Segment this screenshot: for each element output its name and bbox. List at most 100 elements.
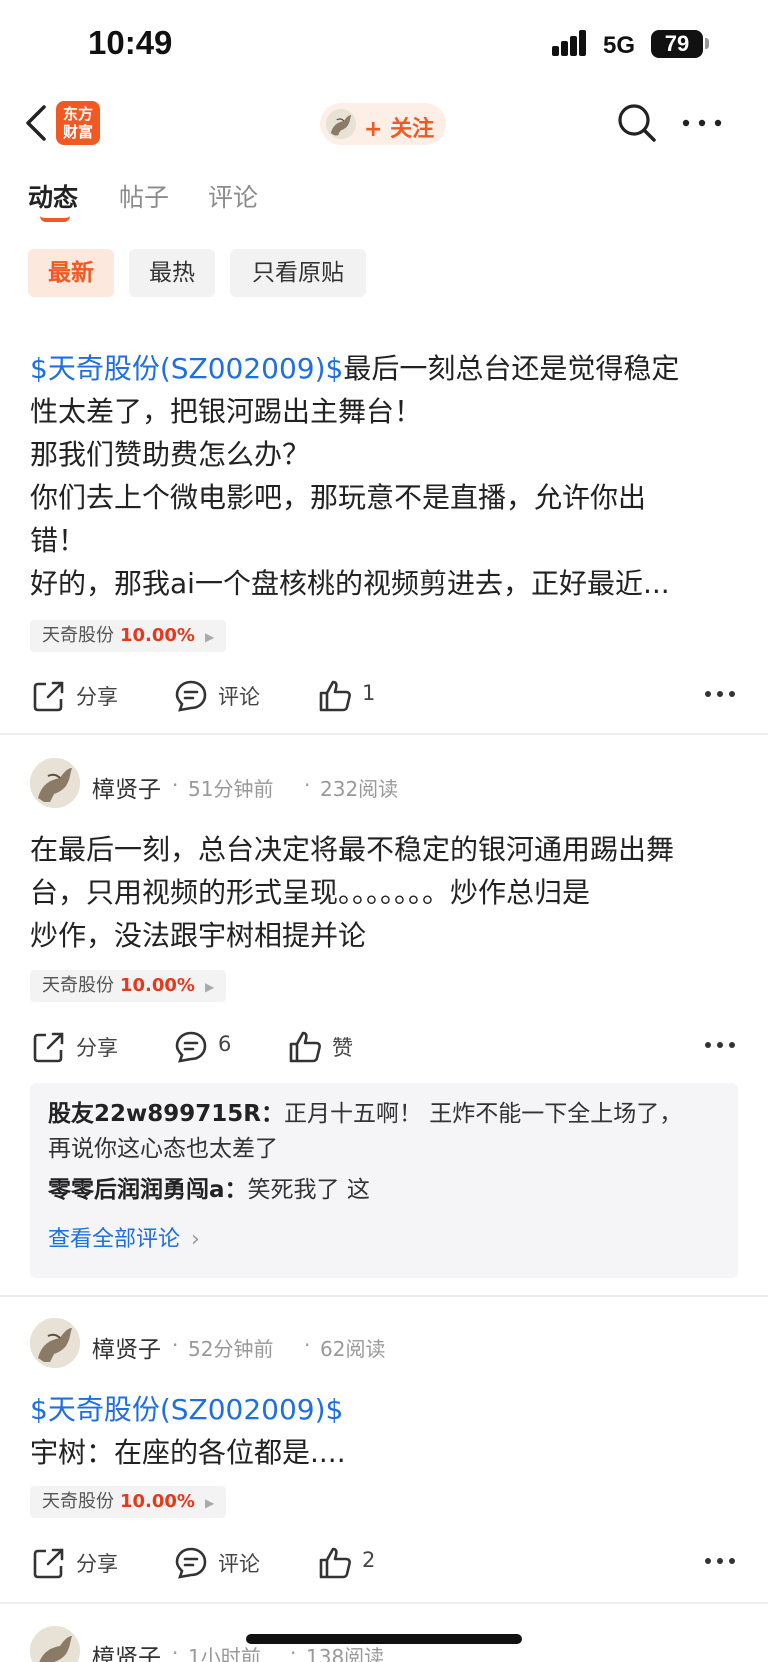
tab-posts[interactable]: 帖子 bbox=[119, 178, 169, 214]
active-tab-indicator bbox=[40, 216, 70, 222]
avatar bbox=[326, 109, 356, 139]
like-count: 2 bbox=[362, 1548, 376, 1572]
post-header: 樟贤子 · 51分钟前 · 232阅读 bbox=[30, 758, 730, 810]
stock-link[interactable]: $天奇股份(SZ002009)$ bbox=[30, 352, 343, 385]
author-name[interactable]: 樟贤子 bbox=[92, 1330, 161, 1364]
post-more-icon[interactable] bbox=[704, 1556, 736, 1566]
comment-text: 正月十五啊！ 王炸不能一下全上场了， bbox=[284, 1101, 683, 1127]
post-line: 炒作，没法跟宇树相提并论 bbox=[30, 919, 367, 952]
share-button[interactable]: 分享 bbox=[32, 673, 132, 717]
post-time: 52分钟前 bbox=[188, 1337, 274, 1361]
post-card[interactable]: $天奇股份(SZ002009)$最后一刻总台还是觉得稳定 性太差了，把银河踢出主… bbox=[0, 345, 768, 735]
divider bbox=[0, 1295, 768, 1297]
thumbs-up-icon bbox=[319, 1547, 351, 1579]
meta-dot: · bbox=[304, 773, 311, 797]
share-label: 分享 bbox=[76, 1036, 118, 1060]
network-type: 5G bbox=[603, 32, 636, 59]
avatar[interactable] bbox=[30, 1626, 80, 1662]
meta-dot: · bbox=[172, 1641, 179, 1662]
play-arrow-icon: ▶ bbox=[204, 980, 215, 994]
like-button[interactable]: 赞 bbox=[288, 1024, 368, 1068]
horse-avatar-icon bbox=[30, 1318, 80, 1368]
comment-button[interactable]: 评论 bbox=[174, 1540, 274, 1584]
stock-tag[interactable]: 天奇股份 10.00% ▶ bbox=[30, 970, 227, 1002]
comment-button[interactable]: 6 bbox=[174, 1024, 254, 1068]
more-button[interactable] bbox=[680, 110, 724, 136]
comment-preview[interactable]: 股友22w899715R：正月十五啊！ 王炸不能一下全上场了， 再说你这心态也太… bbox=[30, 1083, 738, 1278]
share-icon bbox=[33, 1548, 64, 1579]
comment-item[interactable]: 股友22w899715R：正月十五啊！ 王炸不能一下全上场了， 再说你这心态也太… bbox=[48, 1097, 720, 1167]
comment-user[interactable]: 股友22w899715R： bbox=[48, 1101, 284, 1127]
comment-user[interactable]: 零零后润润勇闯a： bbox=[48, 1177, 248, 1203]
stock-tag[interactable]: 天奇股份 10.00% ▶ bbox=[30, 1486, 227, 1518]
filter-original-only[interactable]: 只看原贴 bbox=[230, 249, 366, 297]
meta-dot: · bbox=[172, 773, 179, 797]
horse-avatar-icon bbox=[30, 758, 80, 808]
comment-item[interactable]: 零零后润润勇闯a：笑死我了 这 bbox=[48, 1173, 720, 1208]
logo-text-top: 东方 bbox=[62, 105, 93, 123]
author-name[interactable]: 樟贤子 bbox=[92, 770, 161, 804]
like-count: 1 bbox=[362, 681, 376, 705]
play-arrow-icon: ▶ bbox=[204, 630, 215, 644]
action-row: 分享 评论 2 bbox=[0, 1540, 768, 1584]
signal-icon bbox=[552, 30, 594, 56]
home-indicator[interactable] bbox=[246, 1634, 522, 1644]
avatar[interactable] bbox=[30, 758, 80, 808]
comment-text: 笑死我了 这 bbox=[247, 1177, 370, 1203]
post-line: 错！ bbox=[30, 524, 87, 557]
post-more-icon[interactable] bbox=[704, 1040, 736, 1050]
battery-tip bbox=[705, 38, 709, 49]
follow-label: + 关注 bbox=[364, 117, 435, 142]
share-button[interactable]: 分享 bbox=[32, 1024, 132, 1068]
avatar[interactable] bbox=[30, 1318, 80, 1368]
tab-dynamic[interactable]: 动态 bbox=[28, 178, 78, 214]
comment-count: 评论 bbox=[218, 1552, 260, 1576]
follow-button[interactable]: + 关注 bbox=[320, 103, 446, 145]
post-body[interactable]: 在最后一刻，总台决定将最不稳定的银河通用踢出舞 台，只用视频的形式呈现。。。。。… bbox=[30, 828, 738, 957]
stock-tag[interactable]: 天奇股份 10.00% ▶ bbox=[30, 620, 227, 652]
post-line: 好的，那我ai一个盘核桃的视频剪进去，正好最近... bbox=[30, 567, 670, 600]
share-label: 分享 bbox=[76, 1552, 118, 1576]
view-all-comments-link[interactable]: 查看全部评论 › bbox=[48, 1221, 200, 1253]
post-line: 那我们赞助费怎么办？ bbox=[30, 438, 311, 471]
thumbs-up-icon bbox=[319, 680, 351, 712]
post-body[interactable]: $天奇股份(SZ002009)$ 宇树：在座的各位都是.... bbox=[30, 1388, 738, 1474]
read-count: 62阅读 bbox=[320, 1337, 386, 1361]
post-header: 樟贤子 · 1小时前 · 138阅读 bbox=[30, 1626, 730, 1662]
divider bbox=[0, 733, 768, 735]
tag-change-percent: 10.00% bbox=[120, 1491, 195, 1512]
read-count: 138阅读 bbox=[306, 1645, 385, 1662]
back-button[interactable] bbox=[22, 104, 52, 142]
share-button[interactable]: 分享 bbox=[32, 1540, 132, 1584]
post-line: 在最后一刻，总台决定将最不稳定的银河通用踢出舞 bbox=[30, 833, 675, 866]
meta-dot: · bbox=[304, 1333, 311, 1357]
comment-button[interactable]: 评论 bbox=[174, 673, 274, 717]
filter-latest[interactable]: 最新 bbox=[28, 249, 114, 297]
post-line: 性太差了，把银河踢出主舞台！ bbox=[30, 395, 423, 428]
app-logo[interactable]: 东方 财富 bbox=[56, 101, 100, 145]
comment-icon bbox=[175, 1031, 207, 1063]
like-button[interactable]: 1 bbox=[318, 673, 398, 717]
author-name[interactable]: 樟贤子 bbox=[92, 1638, 161, 1662]
post-header: 樟贤子 · 52分钟前 · 62阅读 bbox=[30, 1318, 730, 1370]
search-button[interactable] bbox=[616, 102, 658, 144]
comment-count: 6 bbox=[218, 1032, 232, 1056]
stock-link[interactable]: $天奇股份(SZ002009)$ bbox=[30, 1393, 343, 1426]
post-more-icon[interactable] bbox=[704, 689, 736, 699]
post-card[interactable]: 樟贤子 · 51分钟前 · 232阅读 在最后一刻，总台决定将最不稳定的银河通用… bbox=[0, 758, 768, 1278]
meta-dot: · bbox=[172, 1333, 179, 1357]
share-label: 分享 bbox=[76, 685, 118, 709]
like-button[interactable]: 2 bbox=[318, 1540, 398, 1584]
comment-count: 评论 bbox=[218, 685, 260, 709]
post-card[interactable]: 樟贤子 · 1小时前 · 138阅读 bbox=[0, 1626, 768, 1662]
search-icon bbox=[618, 104, 656, 142]
read-count: 232阅读 bbox=[320, 777, 399, 801]
action-row: 分享 评论 1 bbox=[0, 673, 768, 717]
post-body[interactable]: $天奇股份(SZ002009)$最后一刻总台还是觉得稳定 性太差了，把银河踢出主… bbox=[30, 347, 738, 605]
tab-comments[interactable]: 评论 bbox=[208, 178, 258, 214]
comment-text: 再说你这心态也太差了 bbox=[48, 1136, 278, 1162]
tag-change-percent: 10.00% bbox=[120, 625, 195, 646]
comment-icon bbox=[175, 680, 207, 712]
filter-hot[interactable]: 最热 bbox=[129, 249, 215, 297]
post-card[interactable]: 樟贤子 · 52分钟前 · 62阅读 $天奇股份(SZ002009)$ 宇树：在… bbox=[0, 1318, 768, 1608]
